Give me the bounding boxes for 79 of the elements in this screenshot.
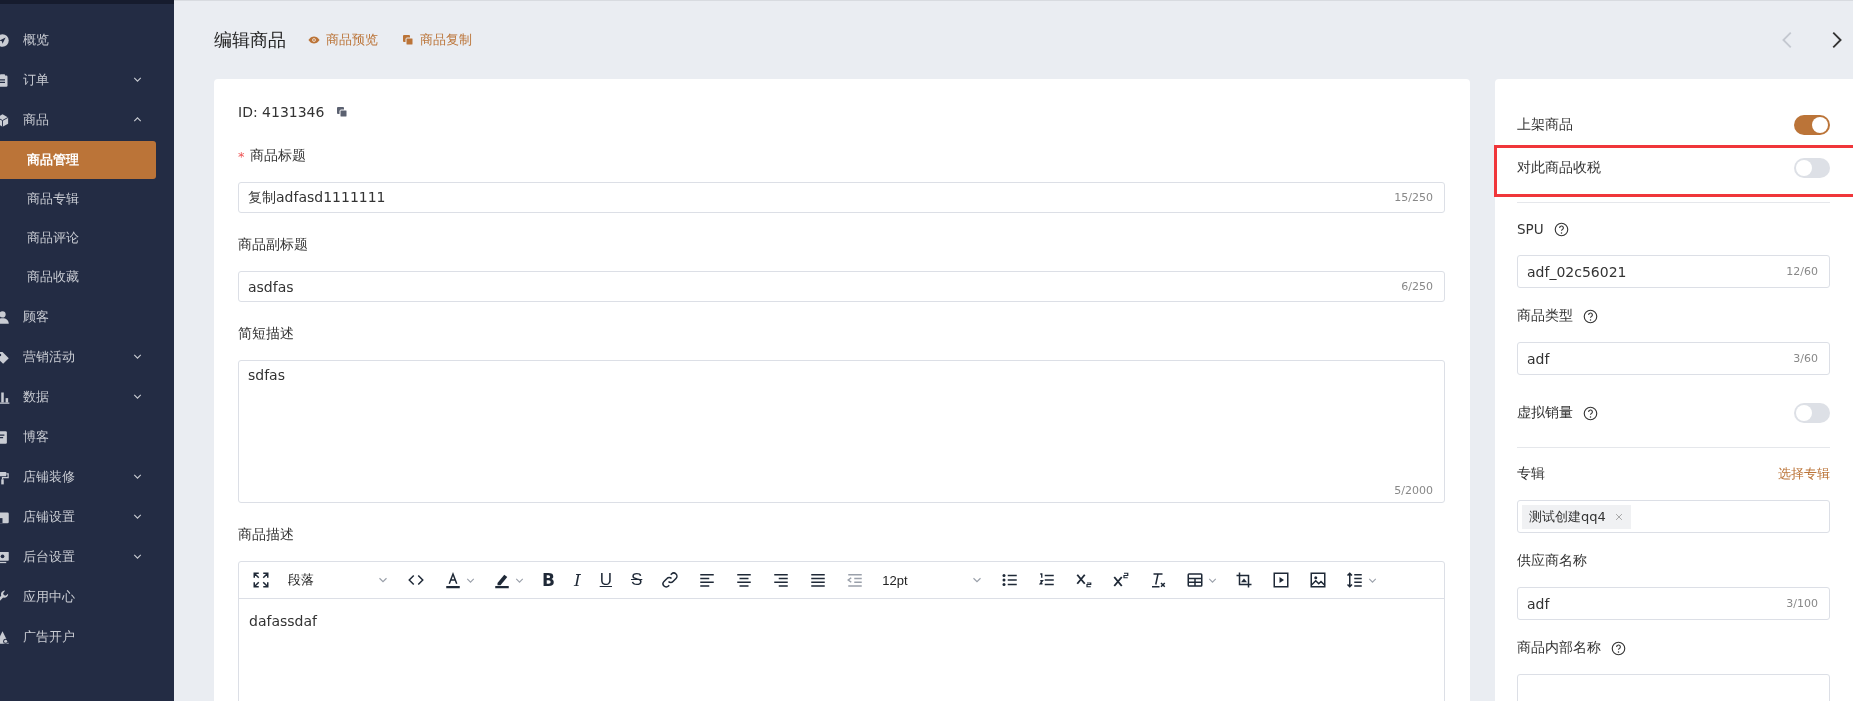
field-label: 商品描述	[238, 526, 294, 544]
outdent-icon[interactable]	[846, 571, 865, 589]
dropdown[interactable]: 12pt	[878, 572, 989, 588]
required-mark: *	[238, 148, 245, 164]
character-count: 3/60	[1793, 352, 1818, 365]
clear-formatting-icon[interactable]	[1149, 571, 1168, 589]
field-label: 商品副标题	[238, 236, 308, 254]
video-icon[interactable]	[1272, 571, 1291, 589]
table-icon[interactable]	[1186, 571, 1205, 589]
field-label: 供应商名称	[1517, 552, 1587, 570]
character-count: 3/100	[1786, 597, 1818, 610]
select-album-link[interactable]: 选择专辑	[1778, 465, 1830, 483]
superscript-icon[interactable]	[1112, 571, 1131, 589]
field-label: 商品内部名称	[1517, 639, 1601, 657]
product-id: ID: 4131346	[238, 104, 325, 120]
rich-text-editor[interactable]: 段落 B I U S 12pt dafassdaf	[238, 561, 1445, 701]
field-label: 商品类型	[1517, 307, 1573, 325]
align-center-icon[interactable]	[735, 571, 754, 589]
line-height-icon[interactable]	[1346, 571, 1365, 589]
bulleted-list-icon[interactable]	[1001, 571, 1020, 589]
sidebar-item[interactable]: 营销活动	[0, 337, 174, 377]
sidebar-item[interactable]: 订单	[0, 60, 174, 100]
crop-icon[interactable]	[1235, 571, 1254, 589]
input-field[interactable]: adf_02c56021 12/60	[1517, 255, 1830, 288]
sidebar-item[interactable]: 概览	[0, 20, 174, 60]
input-field[interactable]: adf 3/100	[1517, 587, 1830, 620]
text-area[interactable]: sdfas 5/2000	[238, 360, 1445, 503]
justify-icon[interactable]	[809, 571, 828, 589]
sidebar-subitem[interactable]: 商品收藏	[0, 258, 156, 296]
sidebar-item[interactable]: 店铺装修	[0, 457, 174, 497]
align-right-icon[interactable]	[772, 571, 791, 589]
toggle-switch[interactable]	[1794, 115, 1830, 135]
tag: 测试创建qq4	[1522, 504, 1631, 529]
dropdown[interactable]: 段落	[284, 571, 394, 589]
italic-button[interactable]: I	[568, 565, 586, 595]
character-count: 12/60	[1786, 265, 1818, 278]
fullscreen-icon[interactable]	[252, 571, 270, 589]
page-title: 编辑商品	[214, 28, 286, 52]
sidebar-item[interactable]: 后台设置	[0, 537, 174, 577]
character-count: 6/250	[1401, 280, 1433, 293]
input-field[interactable]	[1517, 674, 1830, 701]
input-field[interactable]: 复制adfasd1111111 15/250	[238, 182, 1445, 213]
tag-input[interactable]: 测试创建qq4	[1517, 500, 1830, 533]
toggle-switch[interactable]	[1794, 403, 1830, 423]
character-count: 5/2000	[1394, 484, 1433, 497]
character-count: 15/250	[1394, 191, 1433, 204]
sidebar-subitem[interactable]: 商品评论	[0, 219, 156, 257]
field-label: 虚拟销量	[1517, 404, 1573, 422]
image-icon[interactable]	[1309, 571, 1328, 589]
field-label: SPU	[1517, 221, 1544, 237]
strikethrough-button[interactable]: S	[625, 565, 648, 595]
field-label: 简短描述	[238, 325, 294, 343]
input-field[interactable]: asdfas 6/250	[238, 271, 1445, 302]
field-label: 商品标题	[249, 147, 306, 165]
eye-icon	[308, 34, 320, 46]
link-icon[interactable]	[661, 571, 680, 589]
sidebar-item[interactable]: 顾客	[0, 297, 174, 337]
sidebar-item[interactable]: 商品	[0, 100, 174, 140]
sidebar-item[interactable]: 数据	[0, 377, 174, 417]
field-label: 上架商品	[1517, 116, 1573, 134]
toggle-switch[interactable]	[1794, 158, 1830, 178]
sidebar-item[interactable]: 店铺设置	[0, 497, 174, 537]
field-label: 专辑	[1517, 465, 1545, 483]
person-icon	[0, 309, 10, 325]
sidebar-item[interactable]: 博客	[0, 417, 174, 457]
sidebar-item[interactable]: 广告开户	[0, 617, 174, 657]
paint-roller-icon	[0, 469, 10, 485]
input-field[interactable]: adf 3/60	[1517, 342, 1830, 375]
field-label: 对此商品收税	[1517, 159, 1601, 177]
bold-button[interactable]: B	[537, 565, 560, 595]
copy-icon	[402, 34, 414, 46]
editor-text: dafassdaf	[249, 613, 319, 629]
copy-icon[interactable]	[336, 106, 349, 118]
text-color-icon[interactable]	[444, 571, 462, 589]
sidebar-subitem[interactable]: 商品专辑	[0, 180, 156, 218]
align-left-icon[interactable]	[698, 571, 717, 589]
sidebar-item[interactable]: 应用中心	[0, 577, 174, 617]
sidebar-subitem[interactable]: 商品管理	[0, 141, 156, 179]
underline-button[interactable]: U	[594, 565, 617, 595]
